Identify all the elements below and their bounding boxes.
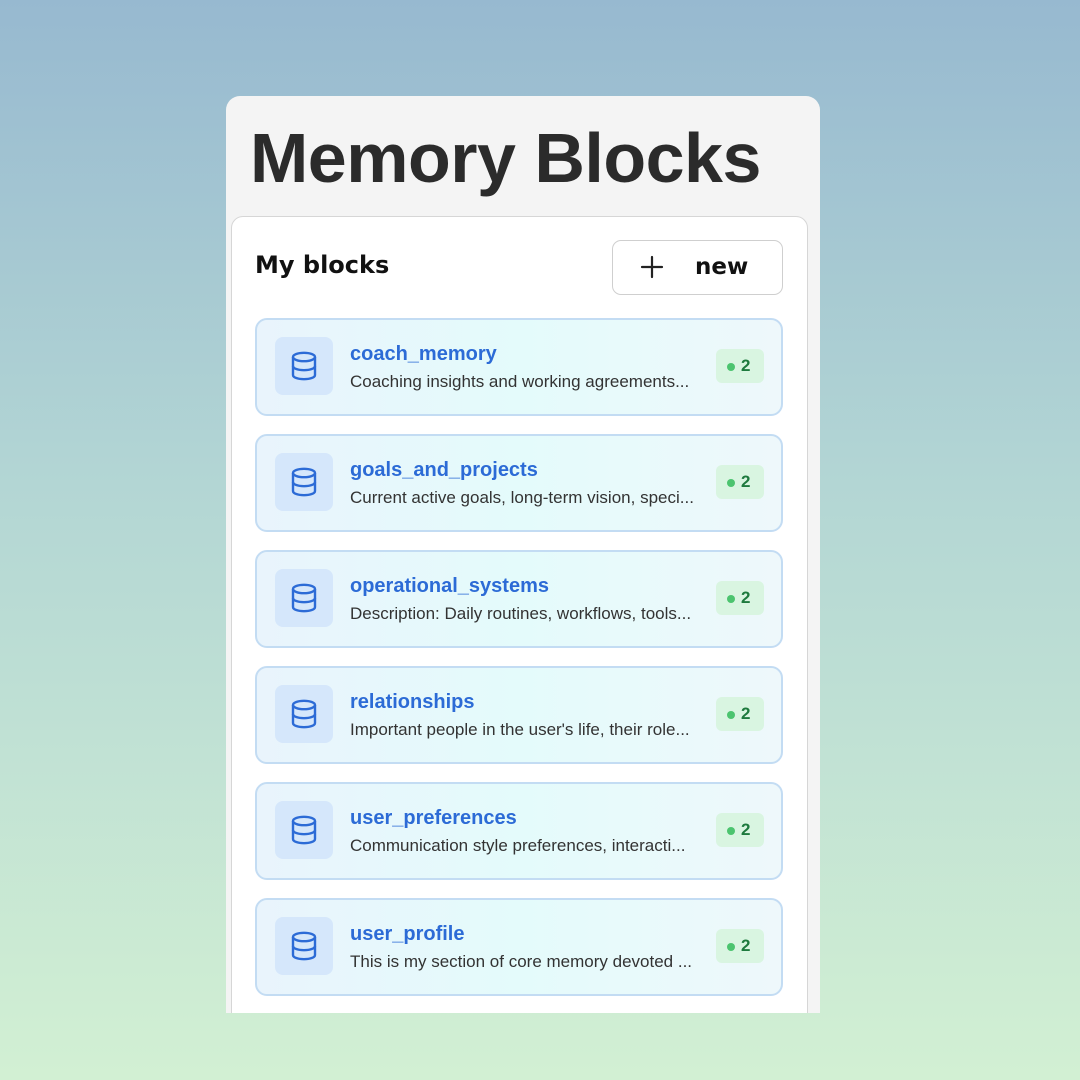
count-badge: 2: [716, 813, 764, 847]
list-item[interactable]: user_preferences Communication style pre…: [255, 782, 783, 880]
database-icon: [275, 453, 333, 511]
database-icon: [275, 685, 333, 743]
count-badge: 2: [716, 697, 764, 731]
list-item[interactable]: goals_and_projects Current active goals,…: [255, 434, 783, 532]
database-icon: [275, 917, 333, 975]
status-dot-icon: [727, 827, 735, 835]
status-dot-icon: [727, 595, 735, 603]
badge-count: 2: [741, 704, 751, 723]
status-dot-icon: [727, 943, 735, 951]
list-item[interactable]: operational_systems Description: Daily r…: [255, 550, 783, 648]
block-description: Current active goals, long-term vision, …: [350, 488, 694, 507]
badge-count: 2: [741, 356, 751, 375]
status-dot-icon: [727, 363, 735, 371]
new-block-button[interactable]: new: [612, 240, 783, 295]
status-dot-icon: [727, 479, 735, 487]
block-description: Communication style preferences, interac…: [350, 836, 686, 855]
memory-blocks-panel: Memory Blocks My blocks new coach_memory…: [226, 96, 820, 1013]
block-name: user_preferences: [350, 807, 517, 829]
block-description: Description: Daily routines, workflows, …: [350, 604, 692, 623]
badge-count: 2: [741, 820, 751, 839]
block-name: coach_memory: [350, 343, 497, 365]
status-dot-icon: [727, 711, 735, 719]
badge-count: 2: [741, 472, 751, 491]
block-name: goals_and_projects: [350, 459, 538, 481]
block-list: coach_memory Coaching insights and worki…: [255, 318, 783, 1013]
count-badge: 2: [716, 465, 764, 499]
count-badge: 2: [716, 349, 764, 383]
database-icon: [275, 801, 333, 859]
plus-icon: [640, 255, 664, 279]
badge-count: 2: [741, 936, 751, 955]
list-item[interactable]: user_profile This is my section of core …: [255, 898, 783, 996]
blocks-card: My blocks new coach_memory Coaching insi…: [231, 216, 808, 1013]
block-name: relationships: [350, 691, 475, 713]
block-description: Important people in the user's life, the…: [350, 720, 690, 739]
database-icon: [275, 569, 333, 627]
page-title: Memory Blocks: [250, 119, 761, 197]
block-description: Coaching insights and working agreements…: [350, 372, 690, 391]
block-description: This is my section of core memory devote…: [350, 952, 693, 971]
list-item[interactable]: relationships Important people in the us…: [255, 666, 783, 764]
list-item[interactable]: coach_memory Coaching insights and worki…: [255, 318, 783, 416]
section-title: My blocks: [255, 251, 390, 279]
count-badge: 2: [716, 581, 764, 615]
block-name: user_profile: [350, 923, 465, 945]
database-icon: [275, 337, 333, 395]
block-name: operational_systems: [350, 575, 549, 597]
new-button-label: new: [695, 254, 749, 280]
count-badge: 2: [716, 929, 764, 963]
badge-count: 2: [741, 588, 751, 607]
